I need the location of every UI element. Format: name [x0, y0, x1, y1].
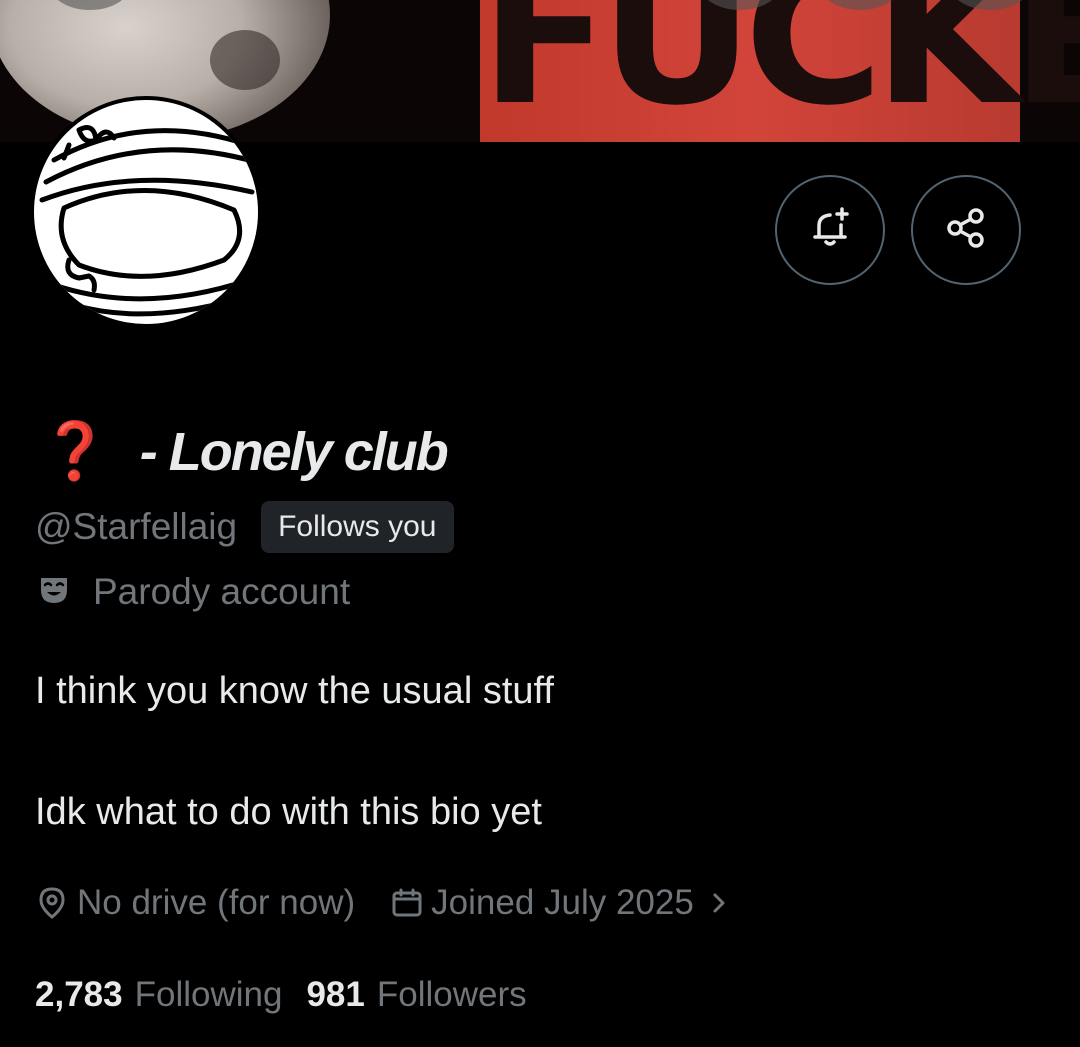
display-name: - Lonely club	[139, 422, 449, 482]
bell-plus-icon	[805, 203, 855, 258]
followers-label: Followers	[376, 975, 527, 1014]
share-icon	[941, 203, 991, 258]
joined-date[interactable]: Joined July 2025	[391, 883, 728, 923]
avatar-image	[34, 100, 258, 324]
bio-line: I think you know the usual stuff	[35, 670, 554, 712]
profile-meta-row: No drive (for now) Joined July 2025	[35, 876, 728, 930]
following-link[interactable]: 2,783 Following	[35, 975, 282, 1015]
followers-count: 981	[306, 975, 365, 1014]
bio-line: Idk what to do with this bio yet	[35, 791, 542, 833]
joined-text: Joined July 2025	[431, 883, 694, 922]
follow-stats-row: 2,783 Following 981 Followers	[35, 970, 527, 1020]
display-name-row: ❓ - Lonely club	[40, 418, 449, 486]
location-text: No drive (for now)	[77, 883, 356, 922]
banner-text: FUCKED	[480, 0, 1080, 142]
avatar[interactable]	[30, 96, 262, 328]
location-pin-icon	[35, 886, 69, 920]
followers-link[interactable]: 981 Followers	[306, 975, 526, 1015]
follows-you-badge: Follows you	[261, 501, 454, 553]
chevron-right-icon	[710, 890, 728, 916]
theater-mask-icon	[37, 573, 71, 612]
following-count: 2,783	[35, 975, 123, 1014]
parody-label-row[interactable]: Parody account	[37, 566, 350, 618]
handle-row: @Starfellaig Follows you	[35, 498, 454, 556]
notify-button[interactable]	[775, 175, 885, 285]
calendar-icon	[391, 887, 423, 919]
share-button[interactable]	[911, 175, 1021, 285]
question-mark-emoji: ❓	[40, 419, 110, 484]
parody-account-label: Parody account	[93, 571, 351, 612]
following-label: Following	[134, 975, 283, 1014]
handle: @Starfellaig	[35, 506, 238, 547]
